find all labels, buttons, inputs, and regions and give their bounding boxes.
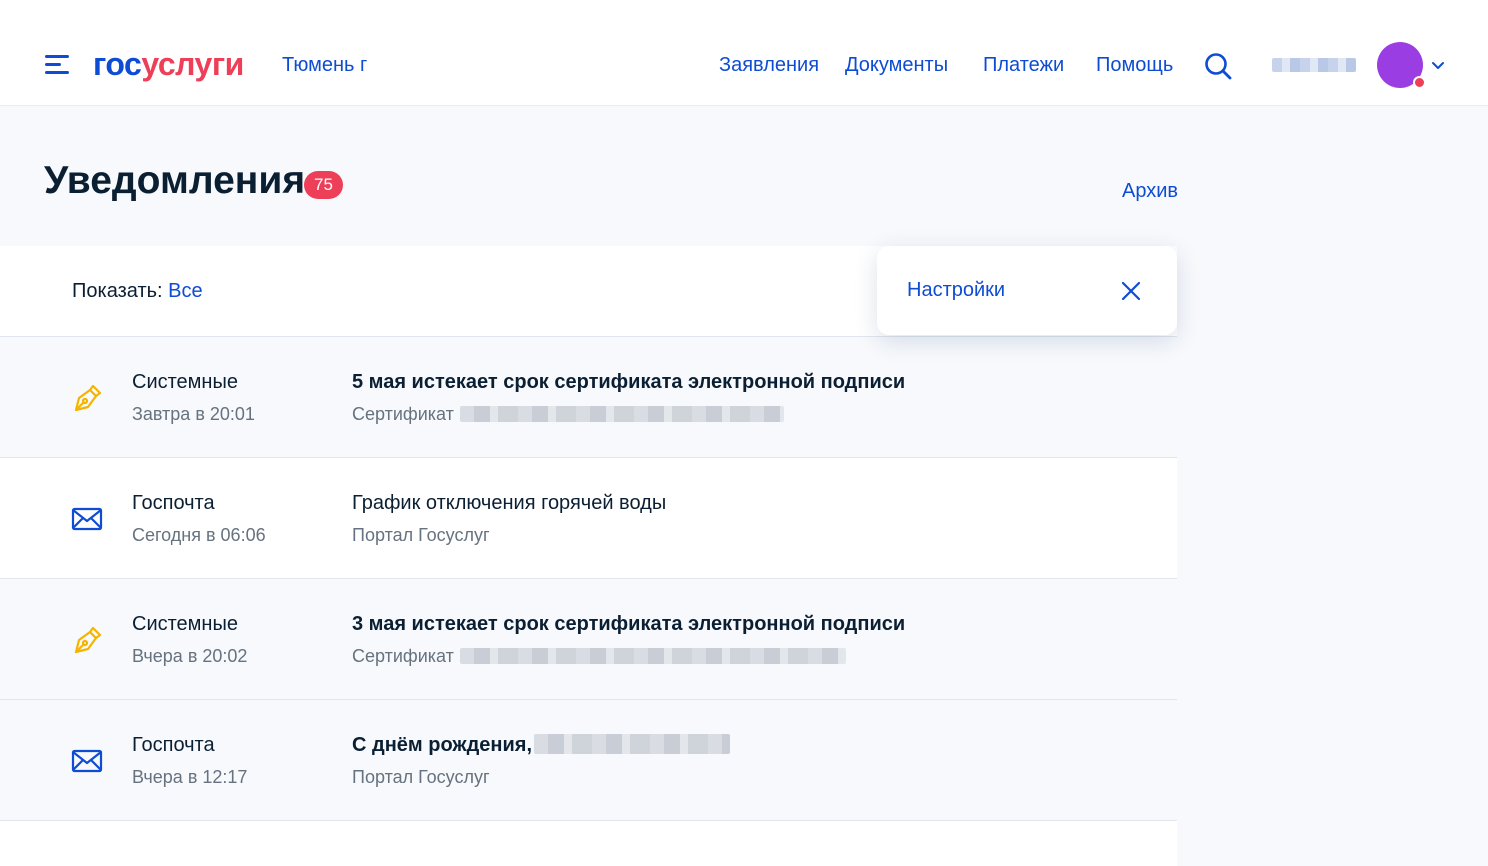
notification-subtitle: Портал Госуслуг — [352, 767, 490, 787]
notification-row[interactable]: Системные Вчера в 20:02 3 мая истекает с… — [0, 579, 1177, 700]
close-icon[interactable] — [1120, 280, 1142, 302]
notifications-panel: Показать: Все Системные Завтра в 20:01 5… — [0, 246, 1177, 866]
notification-title: 3 мая истекает срок сертификата электрон… — [352, 613, 906, 635]
avatar-notification-dot — [1413, 76, 1426, 89]
settings-link[interactable]: Настройки — [907, 278, 1005, 302]
filter-control: Показать: Все — [72, 279, 203, 303]
gosuslugi-logo[interactable]: госуслуги — [93, 44, 244, 84]
notification-row[interactable]: Системные Завтра в 20:01 5 мая истекает … — [0, 337, 1177, 458]
logo-part-uslugi: услуги — [141, 46, 244, 82]
redacted-certificate-id — [459, 648, 846, 664]
notification-time: Вчера в 12:17 — [132, 767, 248, 787]
notification-title: 5 мая истекает срок сертификата электрон… — [352, 371, 906, 393]
chevron-down-icon[interactable] — [1430, 58, 1446, 74]
redacted-certificate-id — [459, 406, 784, 422]
envelope-icon — [71, 507, 103, 531]
settings-popover: Настройки — [877, 246, 1177, 335]
filter-label: Показать: — [72, 280, 163, 302]
top-header: госуслуги Тюмень г Заявления Документы П… — [0, 0, 1488, 106]
envelope-icon — [71, 749, 103, 773]
filter-value-dropdown[interactable]: Все — [168, 280, 202, 302]
logo-part-gos: гос — [93, 46, 142, 82]
nav-documents[interactable]: Документы — [845, 53, 948, 77]
notification-row[interactable]: Госпочта Сегодня в 06:06 График отключен… — [0, 458, 1177, 579]
search-icon[interactable] — [1204, 52, 1232, 80]
notification-count-badge: 75 — [304, 171, 343, 199]
page-title: Уведомления — [44, 159, 306, 202]
redacted-user-name — [534, 734, 731, 754]
notification-subtitle-text: Сертификат — [352, 404, 454, 424]
notification-title: С днём рождения, — [352, 733, 731, 757]
right-background — [1177, 106, 1488, 866]
archive-link[interactable]: Архив — [1122, 179, 1178, 203]
menu-icon[interactable] — [45, 55, 69, 75]
notification-subtitle-text: Сертификат — [352, 646, 454, 666]
notification-subtitle: Портал Госуслуг — [352, 525, 490, 545]
nav-payments[interactable]: Платежи — [983, 53, 1064, 77]
notification-title-text: С днём рождения, — [352, 734, 533, 756]
notification-subtitle: Сертификат — [352, 645, 846, 667]
notification-category: Системные — [132, 371, 238, 393]
nav-applications[interactable]: Заявления — [719, 53, 819, 77]
nav-help[interactable]: Помощь — [1096, 53, 1173, 77]
notification-time: Завтра в 20:01 — [132, 404, 255, 424]
notification-category: Госпочта — [132, 734, 215, 756]
pen-nib-icon — [74, 626, 102, 654]
notification-category: Госпочта — [132, 492, 215, 514]
username-blurred[interactable] — [1272, 58, 1356, 72]
notification-time: Вчера в 20:02 — [132, 646, 248, 666]
notification-time: Сегодня в 06:06 — [132, 525, 266, 545]
notification-title: График отключения горячей воды — [352, 492, 667, 514]
notification-category: Системные — [132, 613, 238, 635]
city-selector[interactable]: Тюмень г — [282, 53, 367, 77]
notification-subtitle: Сертификат — [352, 403, 784, 425]
notification-row[interactable]: Госпочта Вчера в 12:17 С днём рождения, … — [0, 700, 1177, 821]
pen-nib-icon — [74, 384, 102, 412]
